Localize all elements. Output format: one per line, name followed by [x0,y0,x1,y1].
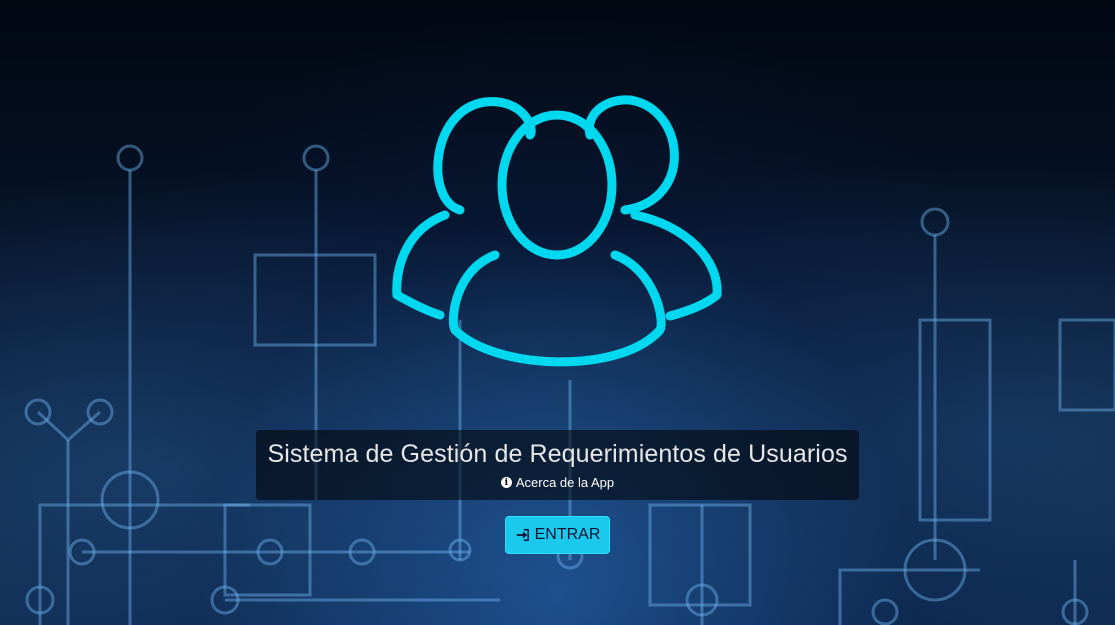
about-app-label: Acerca de la App [515,475,615,490]
enter-button-label: ENTRAR [534,526,601,543]
page-title: Sistema de Gestión de Requerimientos de … [267,440,848,468]
title-panel: Sistema de Gestión de Requerimientos de … [256,430,859,500]
sign-in-icon [516,529,529,541]
about-app-link[interactable]: i Acerca de la App [500,475,615,490]
info-circle-icon: i [500,477,512,488]
enter-button[interactable]: ENTRAR [505,516,610,554]
users-group-icon [385,90,730,380]
